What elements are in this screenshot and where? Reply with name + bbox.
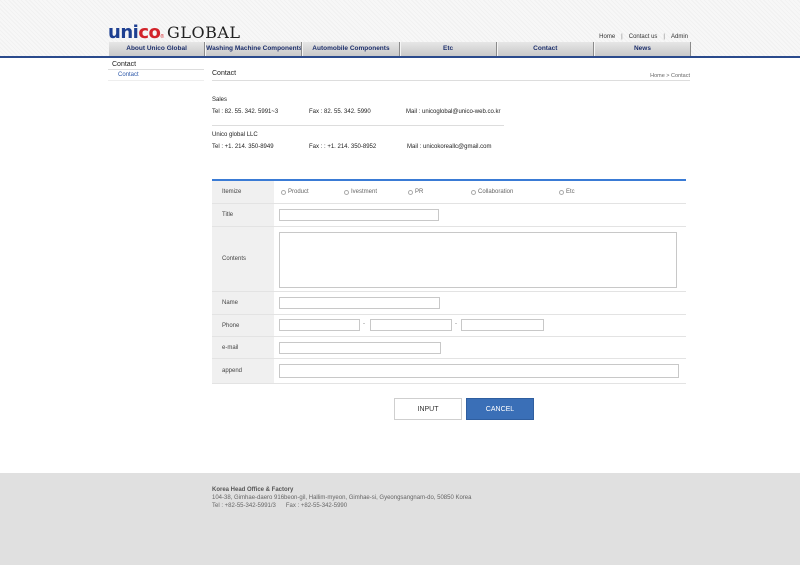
sales-heading: Sales — [212, 97, 228, 103]
sales-mail: Mail : unicoglobal@unico-web.co.kr — [406, 109, 501, 115]
name-row: Name — [212, 292, 686, 315]
llc-info: Unico global LLC Tel : +1. 214. 350-8949… — [212, 132, 491, 150]
footer-address: 104-38, Gimhae-daero 916beon-gil, Hallim… — [212, 495, 472, 501]
nav-automobile[interactable]: Automobile Components — [302, 42, 400, 56]
radio-ivestment[interactable]: Ivestment — [344, 189, 377, 195]
email-label: e-mail — [212, 337, 274, 358]
title-input[interactable] — [279, 209, 439, 221]
sales-fax: Fax : 82. 55. 342. 5990 — [309, 109, 371, 115]
radio-product[interactable]: Product — [281, 189, 309, 195]
nav-contact[interactable]: Contact — [496, 42, 594, 56]
logo-registered-mark: ® — [160, 34, 165, 40]
email-row: e-mail — [212, 337, 686, 359]
name-label: Name — [212, 292, 274, 314]
llc-heading: Unico global LLC — [212, 132, 258, 138]
contents-label: Contents — [212, 227, 274, 291]
itemize-options: Product Ivestment PR Collaboration Etc — [274, 181, 686, 203]
unico-global-logo[interactable]: unico ® GLOBAL — [108, 22, 241, 43]
title-row: Title — [212, 204, 686, 227]
phone-row: Phone - - — [212, 315, 686, 337]
footer-contact: Tel : +82-55-342-5991/3 Fax : +82-55-342… — [212, 503, 348, 509]
sales-tel: Tel : 82. 55. 342. 5991~3 — [212, 109, 279, 115]
top-link-separator: | — [663, 34, 665, 40]
top-link-contact-us[interactable]: Contact us — [629, 34, 658, 40]
phone-input-1[interactable] — [279, 319, 360, 331]
phone-label: Phone — [212, 315, 274, 336]
cancel-button[interactable]: CANCEL — [466, 398, 534, 420]
page-title: Contact — [212, 70, 237, 77]
top-link-separator: | — [621, 34, 623, 40]
site-header: unico ® GLOBAL Home | Contact us | Admin… — [0, 0, 800, 58]
contents-row: Contents — [212, 227, 686, 292]
top-link-admin[interactable]: Admin — [671, 34, 688, 40]
main-nav: About Unico Global Washing Machine Compo… — [108, 42, 692, 56]
itemize-row: Itemize Product Ivestment PR Collaborati… — [212, 181, 686, 204]
llc-fax: Fax : : +1. 214. 350-8952 — [309, 144, 377, 150]
breadcrumb: Home > Contact — [650, 73, 690, 79]
phone-input-2[interactable] — [370, 319, 452, 331]
divider — [212, 125, 504, 126]
phone-dash: - — [455, 321, 457, 327]
top-link-home[interactable]: Home — [599, 34, 615, 40]
main-content: Contact Home > Contact — [212, 68, 690, 81]
logo-global-text: GLOBAL — [167, 23, 241, 42]
nav-washing-machine[interactable]: Washing Machine Components — [205, 42, 303, 56]
footer-office-title: Korea Head Office & Factory — [212, 487, 294, 493]
itemize-label: Itemize — [212, 181, 274, 203]
sidebar-item-contact[interactable]: Contact — [108, 70, 204, 81]
top-links: Home | Contact us | Admin — [599, 34, 688, 40]
name-input[interactable] — [279, 297, 440, 309]
contents-textarea[interactable] — [279, 232, 677, 288]
email-input[interactable] — [279, 342, 441, 354]
append-label: append — [212, 359, 274, 383]
sidebar-title: Contact — [108, 58, 204, 70]
input-button[interactable]: INPUT — [394, 398, 462, 420]
nav-news[interactable]: News — [593, 42, 692, 56]
nav-etc[interactable]: Etc — [399, 42, 497, 56]
site-footer: Korea Head Office & Factory 104-38, Gimh… — [0, 473, 800, 565]
radio-etc[interactable]: Etc — [559, 189, 575, 195]
radio-pr[interactable]: PR — [408, 189, 423, 195]
llc-mail: Mail : unicokoreallc@gmail.com — [407, 144, 492, 150]
append-row: append — [212, 359, 686, 384]
footer-info: Korea Head Office & Factory 104-38, Gimh… — [212, 486, 471, 510]
contact-form: Itemize Product Ivestment PR Collaborati… — [212, 179, 686, 384]
phone-input-3[interactable] — [461, 319, 544, 331]
logo-brand: unico — [108, 22, 161, 43]
phone-dash: - — [363, 321, 365, 327]
radio-circle-icon — [281, 189, 286, 195]
radio-collaboration[interactable]: Collaboration — [471, 189, 513, 195]
append-file-input[interactable] — [279, 364, 679, 378]
radio-circle-icon — [344, 189, 349, 195]
title-label: Title — [212, 204, 274, 226]
radio-circle-icon — [559, 189, 564, 195]
page-header: Contact Home > Contact — [212, 68, 690, 81]
radio-circle-icon — [471, 189, 476, 195]
nav-about[interactable]: About Unico Global — [108, 42, 206, 56]
llc-tel: Tel : +1. 214. 350-8949 — [212, 144, 274, 150]
sales-info: Sales Tel : 82. 55. 342. 5991~3 Fax : 82… — [212, 97, 500, 115]
sidebar: Contact Contact — [108, 58, 204, 81]
radio-circle-icon — [408, 189, 413, 195]
